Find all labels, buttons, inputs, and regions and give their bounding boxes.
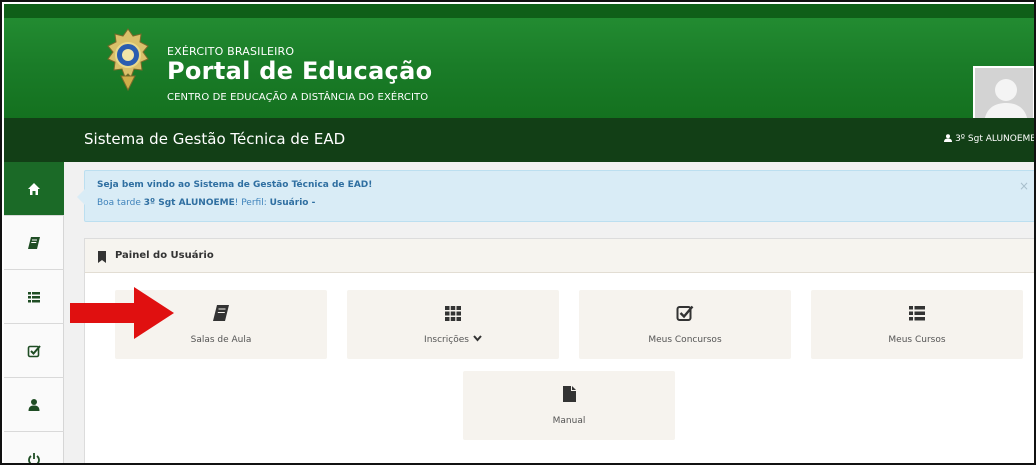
- site-header: EXÉRCITO BRASILEIRO Portal de Educação C…: [4, 4, 1034, 122]
- user-menu[interactable]: 3º Sgt ALUNOEME: [944, 134, 1036, 144]
- tile-meus-cursos[interactable]: Meus Cursos: [811, 290, 1023, 359]
- system-title: Sistema de Gestão Técnica de EAD: [84, 130, 346, 148]
- panel-title: Painel do Usuário: [115, 250, 214, 261]
- bookmark-icon: [98, 251, 106, 263]
- tile-label: Manual: [552, 416, 586, 426]
- file-icon: [563, 386, 576, 402]
- sidebar-item-home[interactable]: [4, 162, 64, 216]
- tile-manual[interactable]: Manual: [463, 371, 675, 440]
- tile-label: Inscrições: [424, 335, 469, 345]
- red-arrow-annotation: [70, 287, 174, 339]
- checkbox-icon: [27, 344, 41, 357]
- greeting-user: 3º Sgt ALUNOEME: [143, 198, 235, 208]
- tile-inscricoes[interactable]: Inscrições: [347, 290, 559, 359]
- avatar-placeholder-icon: [975, 68, 1033, 120]
- checkbox-icon: [676, 305, 694, 321]
- sidebar-item-contests[interactable]: [4, 324, 64, 378]
- header-subtitle: CENTRO DE EDUCAÇÃO A DISTÂNCIA DO EXÉRCI…: [167, 92, 429, 103]
- power-icon: [28, 452, 40, 463]
- welcome-message: Seja bem vindo ao Sistema de Gestão Técn…: [97, 180, 373, 190]
- user-icon: [28, 398, 40, 411]
- sidebar-item-profile[interactable]: [4, 378, 64, 432]
- main-content: Seja bem vindo ao Sistema de Gestão Técn…: [64, 162, 1034, 463]
- list-icon: [909, 306, 925, 321]
- home-icon: [28, 182, 40, 195]
- welcome-alert: Seja bem vindo ao Sistema de Gestão Técn…: [77, 170, 1034, 222]
- tile-label-wrap: Inscrições: [347, 335, 559, 345]
- sidebar-item-classrooms[interactable]: [4, 216, 64, 270]
- user-name: 3º Sgt ALUNOEME: [955, 134, 1036, 144]
- header-title[interactable]: Portal de Educação: [167, 57, 432, 85]
- header-top-stripe: [4, 4, 1034, 18]
- tile-meus-concursos[interactable]: Meus Concursos: [579, 290, 791, 359]
- sidebar: [4, 162, 64, 463]
- user-panel: Painel do Usuário Salas de Aula Inscriçõ…: [84, 238, 1034, 463]
- book-icon: [28, 236, 40, 249]
- chevron-down-icon: [473, 335, 482, 344]
- profile-value: Usuário -: [269, 198, 316, 208]
- user-avatar[interactable]: [973, 66, 1034, 122]
- sidebar-item-courses[interactable]: [4, 270, 64, 324]
- list-icon: [28, 291, 40, 302]
- sidebar-item-logout[interactable]: [4, 432, 64, 463]
- tile-label: Meus Concursos: [648, 335, 722, 345]
- alert-caret: [77, 189, 85, 205]
- system-titlebar: Sistema de Gestão Técnica de EAD 3º Sgt …: [4, 118, 1036, 162]
- grid-icon: [445, 306, 461, 321]
- panel-header: Painel do Usuário: [85, 239, 1034, 273]
- greeting-text: Boa tarde: [97, 198, 144, 208]
- profile-prefix: ! Perfil:: [234, 198, 270, 208]
- alert-close-button[interactable]: ×: [1019, 179, 1029, 193]
- army-emblem-icon: [107, 28, 149, 92]
- browser-frame: EXÉRCITO BRASILEIRO Portal de Educação C…: [0, 0, 1036, 465]
- greeting-line: Boa tarde 3º Sgt ALUNOEME! Perfil: Usuár…: [97, 198, 315, 208]
- tile-label: Meus Cursos: [888, 335, 946, 345]
- book-icon: [213, 305, 229, 321]
- user-icon: [944, 134, 953, 142]
